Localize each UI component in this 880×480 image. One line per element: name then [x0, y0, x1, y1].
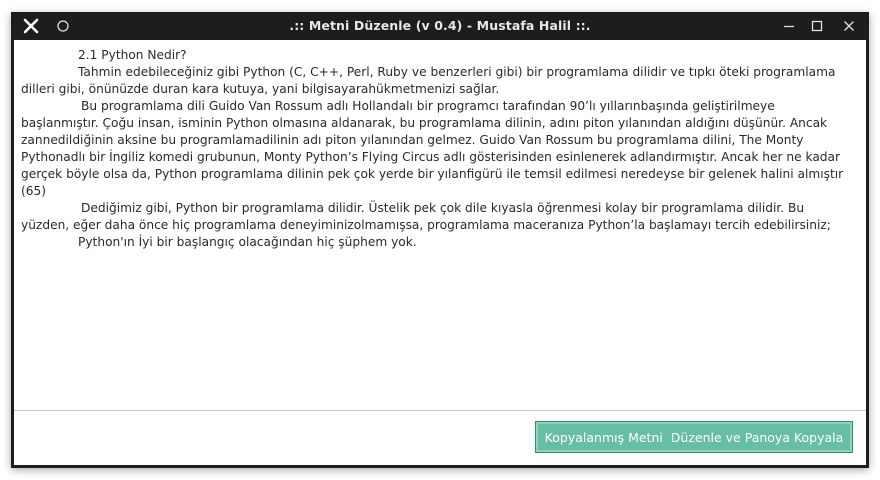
paragraph: Dediğimiz gibi, Python bir programlama d…: [21, 201, 831, 232]
app-window: .:: Metni Düzenle (v 0.4) - Mustafa Hali…: [11, 12, 869, 468]
action-bar: Kopyalanmış Metni Düzenle ve Panoya Kopy…: [14, 411, 866, 465]
window-title: .:: Metni Düzenle (v 0.4) - Mustafa Hali…: [289, 18, 591, 33]
maximize-icon[interactable]: [803, 12, 831, 40]
minimize-icon[interactable]: [775, 12, 803, 40]
title-bar[interactable]: .:: Metni Düzenle (v 0.4) - Mustafa Hali…: [11, 12, 869, 40]
paragraph: Tahmin edebileceğiniz gibi Python (C, C+…: [21, 65, 836, 96]
paragraph: Bu programlama dili Guido Van Rossum adl…: [21, 99, 844, 198]
close-icon[interactable]: [835, 12, 863, 40]
paragraph-heading: 2.1 Python Nedir?: [78, 48, 187, 62]
edit-and-copy-button[interactable]: Kopyalanmış Metni Düzenle ve Panoya Kopy…: [535, 421, 853, 453]
paragraph: Python'ın İyi bir başlangıç olacağından …: [78, 235, 417, 249]
client-area: 2.1 Python Nedir? Tahmin edebileceğiniz …: [14, 40, 866, 465]
text-editor[interactable]: 2.1 Python Nedir? Tahmin edebileceğiniz …: [14, 40, 866, 411]
